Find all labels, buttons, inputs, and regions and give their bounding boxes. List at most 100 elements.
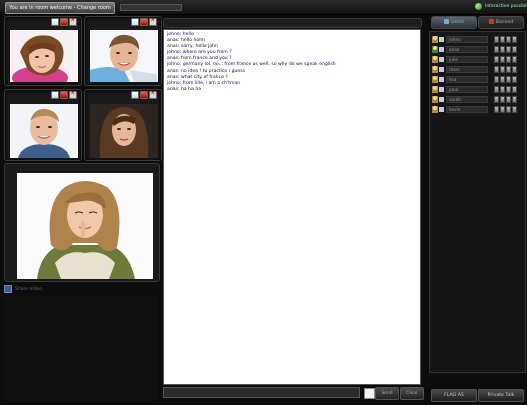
mute-icon[interactable] xyxy=(494,96,499,103)
select-icon[interactable] xyxy=(51,91,59,99)
close-icon[interactable] xyxy=(149,16,157,26)
invite-icon[interactable] xyxy=(500,66,505,73)
clear-button[interactable]: Clear xyxy=(400,387,424,400)
user-row[interactable]: marc xyxy=(432,65,522,74)
change-room-button[interactable]: You are in room welcome - Change room xyxy=(5,2,115,14)
chat-message: anas: ha ha ha xyxy=(167,86,202,92)
info-icon[interactable] xyxy=(506,86,511,93)
user-avatar-icon xyxy=(432,36,438,43)
video-tile-2[interactable] xyxy=(84,16,162,86)
chat-messages: johno: hello anas: hello hohn anas: sorry,… xyxy=(167,32,336,93)
invite-icon[interactable] xyxy=(500,46,505,53)
main-video[interactable] xyxy=(4,163,160,282)
user-avatar-icon xyxy=(432,46,438,53)
info-icon[interactable] xyxy=(506,36,511,43)
user-camera-icon[interactable] xyxy=(439,87,444,92)
tile-controls xyxy=(131,16,157,26)
user-name[interactable]: anas xyxy=(446,46,488,53)
user-actions xyxy=(494,96,517,103)
tab-users[interactable]: Users xyxy=(431,16,477,29)
user-panel: Users Banned johno anas julie marc lisa paul s… xyxy=(429,16,526,401)
info-icon[interactable] xyxy=(506,46,511,53)
user-camera-icon[interactable] xyxy=(439,107,444,112)
user-camera-icon[interactable] xyxy=(439,77,444,82)
invite-icon[interactable] xyxy=(500,76,505,83)
block-icon[interactable] xyxy=(512,86,517,93)
block-icon[interactable] xyxy=(512,106,517,113)
user-avatar-icon xyxy=(432,56,438,63)
select-icon[interactable] xyxy=(131,91,139,99)
user-camera-icon[interactable] xyxy=(439,97,444,102)
user-row[interactable]: paul xyxy=(432,85,522,94)
info-icon[interactable] xyxy=(506,76,511,83)
select-icon[interactable] xyxy=(51,18,59,26)
user-camera-icon[interactable] xyxy=(439,47,444,52)
flag-button[interactable]: FLAG AS xyxy=(431,389,477,402)
info-icon[interactable] xyxy=(506,106,511,113)
invite-icon[interactable] xyxy=(500,86,505,93)
block-icon[interactable] xyxy=(512,36,517,43)
mute-icon[interactable] xyxy=(494,46,499,53)
chat-log[interactable]: johno: hello anas: hello hohn anas: sorry,… xyxy=(163,29,421,385)
user-row[interactable]: sarah xyxy=(432,95,522,104)
invite-icon[interactable] xyxy=(500,36,505,43)
user-name[interactable]: paul xyxy=(446,86,488,93)
user-name[interactable]: lisa xyxy=(446,76,488,83)
user-row[interactable]: julie xyxy=(432,55,522,64)
info-icon[interactable] xyxy=(506,56,511,63)
mute-icon[interactable] xyxy=(494,106,499,113)
mute-icon[interactable] xyxy=(494,36,499,43)
block-icon[interactable] xyxy=(512,46,517,53)
banned-icon xyxy=(488,19,494,24)
send-button[interactable]: Send xyxy=(375,387,399,400)
user-row[interactable]: johno xyxy=(432,35,522,44)
block-icon[interactable] xyxy=(512,96,517,103)
chat-message-input[interactable] xyxy=(163,387,360,398)
select-icon[interactable] xyxy=(131,18,139,26)
top-bar: You are in room welcome - Change room In… xyxy=(0,0,527,15)
close-icon[interactable] xyxy=(69,89,77,99)
emoticon-icon[interactable] xyxy=(364,388,375,399)
invite-icon[interactable] xyxy=(500,106,505,113)
block-icon[interactable] xyxy=(512,66,517,73)
mute-icon[interactable] xyxy=(494,56,499,63)
mute-icon[interactable] xyxy=(494,86,499,93)
close-icon[interactable] xyxy=(149,89,157,99)
close-icon[interactable] xyxy=(69,16,77,26)
record-icon[interactable] xyxy=(140,18,148,26)
block-icon[interactable] xyxy=(512,76,517,83)
invite-icon[interactable] xyxy=(500,96,505,103)
camera-icon[interactable] xyxy=(4,285,12,293)
user-row[interactable]: anas xyxy=(432,45,522,54)
video-tile-4[interactable] xyxy=(84,89,162,161)
user-camera-icon[interactable] xyxy=(439,57,444,62)
user-name[interactable]: johno xyxy=(446,36,488,43)
record-icon[interactable] xyxy=(60,91,68,99)
user-row[interactable]: kevin xyxy=(432,105,522,114)
mute-icon[interactable] xyxy=(494,76,499,83)
room-progress-bar xyxy=(120,4,182,11)
share-video-row[interactable]: Share Video xyxy=(4,285,42,293)
user-actions xyxy=(494,76,517,83)
block-icon[interactable] xyxy=(512,56,517,63)
record-icon[interactable] xyxy=(60,18,68,26)
video-tile-1[interactable] xyxy=(4,16,82,86)
main-webcam-image xyxy=(17,173,153,279)
user-camera-icon[interactable] xyxy=(439,67,444,72)
private-talk-button[interactable]: Private Talk xyxy=(478,389,524,402)
invite-icon[interactable] xyxy=(500,56,505,63)
user-camera-icon[interactable] xyxy=(439,37,444,42)
info-icon[interactable] xyxy=(506,96,511,103)
info-icon[interactable] xyxy=(506,66,511,73)
video-tile-3[interactable] xyxy=(4,89,82,161)
user-name[interactable]: marc xyxy=(446,66,488,73)
user-name[interactable]: kevin xyxy=(446,106,488,113)
share-video-label[interactable]: Share Video xyxy=(15,286,42,293)
tab-banned[interactable]: Banned xyxy=(478,16,524,29)
mute-icon[interactable] xyxy=(494,66,499,73)
record-icon[interactable] xyxy=(140,91,148,99)
user-name[interactable]: sarah xyxy=(446,96,488,103)
tile-controls xyxy=(51,16,77,26)
user-row[interactable]: lisa xyxy=(432,75,522,84)
user-name[interactable]: julie xyxy=(446,56,488,63)
